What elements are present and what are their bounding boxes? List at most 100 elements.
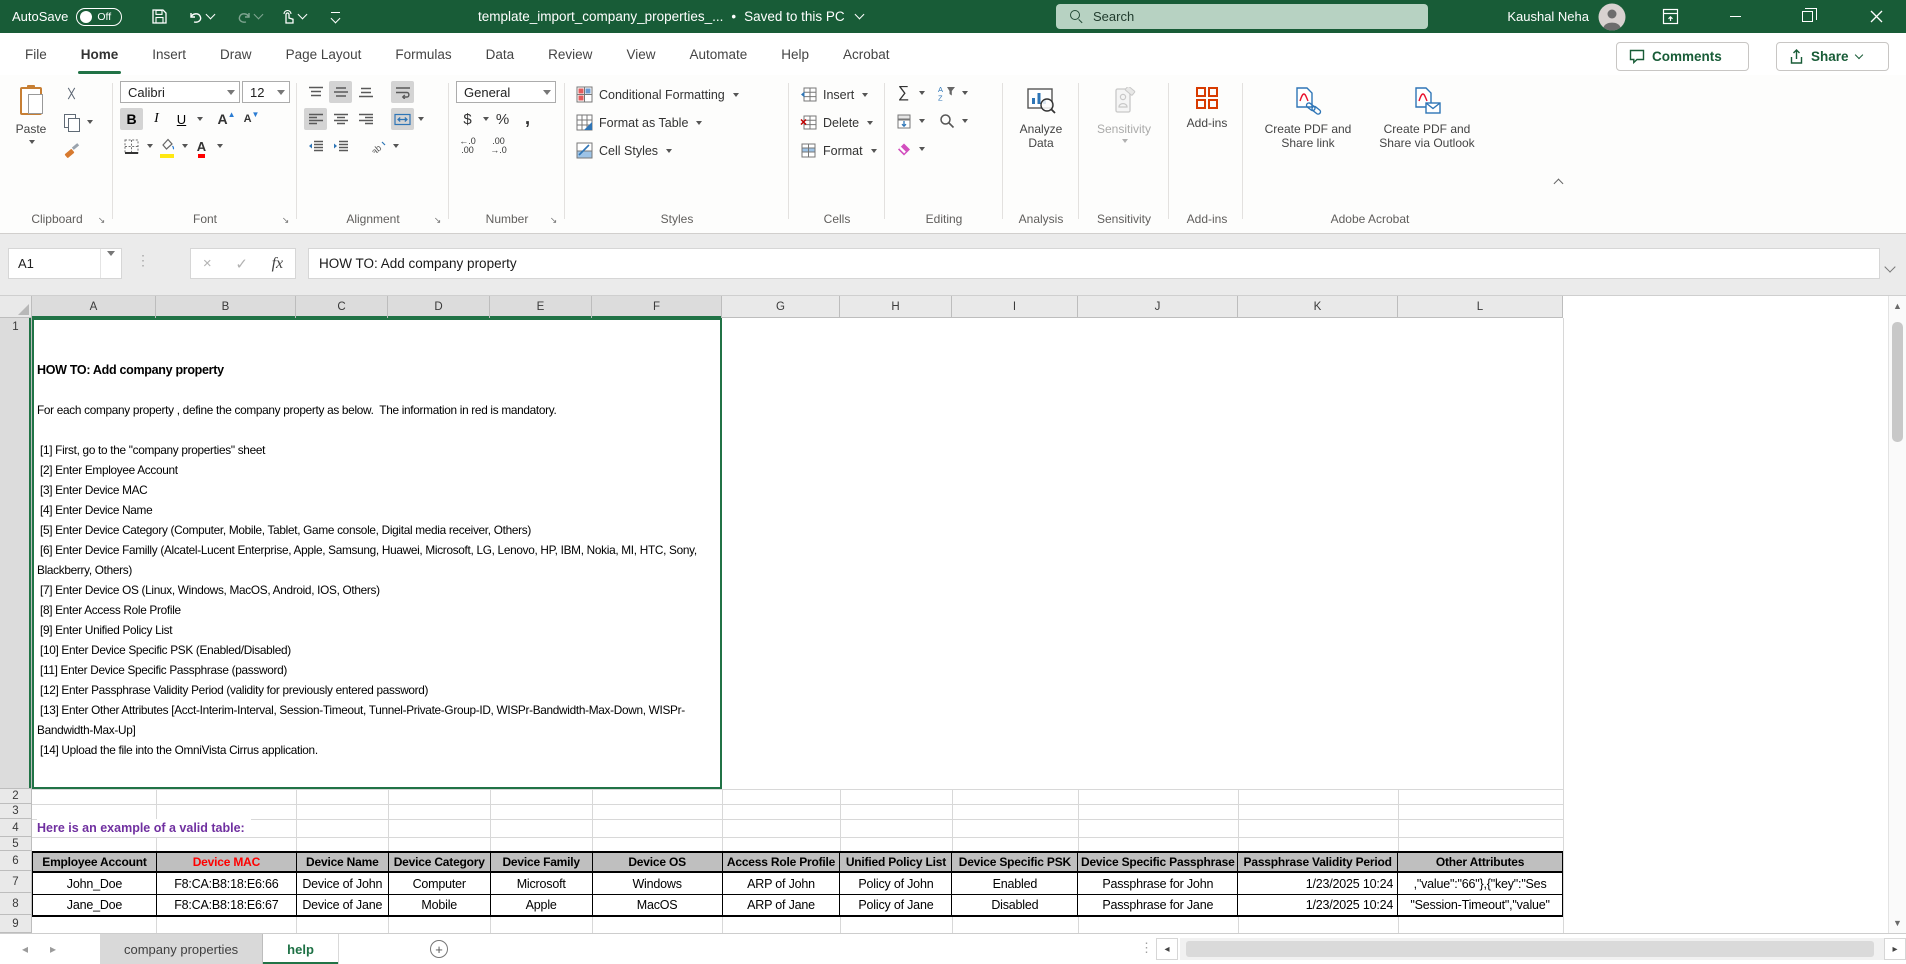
decrease-indent-button[interactable] — [304, 135, 327, 157]
scroll-down-icon[interactable]: ▼ — [1889, 913, 1906, 933]
next-sheet-icon[interactable]: ▸ — [40, 934, 66, 964]
table-header-cell[interactable]: Unified Policy List — [840, 853, 952, 873]
row-header-3[interactable]: 3 — [0, 804, 31, 819]
column-header-B[interactable]: B — [156, 296, 296, 318]
column-header-A[interactable]: A — [32, 296, 156, 318]
formula-input[interactable]: HOW TO: Add company property — [308, 248, 1880, 279]
accounting-format-button[interactable]: $ — [456, 108, 479, 130]
find-select-dropdown-icon[interactable] — [962, 119, 968, 123]
percent-style-button[interactable]: % — [491, 108, 514, 130]
number-format-combo[interactable]: General — [456, 81, 556, 103]
find-select-button[interactable] — [935, 110, 958, 132]
orientation-dropdown-icon[interactable] — [393, 144, 399, 148]
font-name-combo[interactable]: Calibri — [120, 81, 240, 103]
expand-formula-bar-button[interactable] — [1886, 258, 1894, 276]
row-header-2[interactable]: 2 — [0, 789, 31, 804]
table-cell[interactable]: Passphrase for John — [1078, 873, 1238, 895]
accounting-dropdown-icon[interactable] — [483, 117, 489, 121]
underline-button[interactable]: U — [170, 108, 193, 130]
tab-automate[interactable]: Automate — [672, 33, 764, 75]
enter-entry-button[interactable]: ✓ — [235, 255, 248, 273]
share-dropdown-icon[interactable] — [1854, 51, 1862, 59]
minimize-button[interactable] — [1713, 0, 1757, 33]
sensitivity-button[interactable]: Sensitivity — [1092, 79, 1156, 143]
scroll-up-icon[interactable]: ▲ — [1889, 296, 1906, 316]
table-cell[interactable]: Passphrase for Jane — [1078, 895, 1238, 917]
tab-draw[interactable]: Draw — [203, 33, 269, 75]
decrease-font-size-button[interactable]: A▼ — [240, 108, 263, 130]
add-ins-button[interactable]: Add-ins — [1175, 79, 1239, 130]
scroll-left-icon[interactable]: ◂ — [1156, 938, 1178, 960]
column-header-C[interactable]: C — [296, 296, 388, 318]
delete-dropdown-icon[interactable] — [867, 121, 873, 125]
alignment-dialog-launcher[interactable]: ↘ — [431, 214, 444, 227]
table-header-cell[interactable]: Device Name — [297, 853, 389, 873]
create-pdf-outlook-button[interactable]: Create PDF and Share via Outlook — [1370, 79, 1484, 150]
tab-acrobat[interactable]: Acrobat — [826, 33, 907, 75]
font-dialog-launcher[interactable]: ↘ — [279, 214, 292, 227]
table-cell[interactable]: Device of Jane — [297, 895, 389, 917]
undo-dropdown-icon[interactable] — [206, 10, 216, 20]
save-button[interactable] — [142, 0, 176, 33]
select-all-button[interactable] — [0, 296, 32, 318]
autosum-dropdown-icon[interactable] — [919, 91, 925, 95]
font-color-dropdown-icon[interactable] — [217, 144, 223, 148]
name-box-dropdown[interactable] — [101, 256, 121, 271]
table-cell[interactable]: Policy of John — [840, 873, 952, 895]
table-header-cell[interactable]: Device MAC — [157, 853, 297, 873]
table-header-cell[interactable]: Other Attributes — [1398, 853, 1563, 873]
insert-cells-button[interactable]: Insert — [796, 82, 868, 107]
redo-button[interactable] — [228, 0, 270, 33]
row-header-9[interactable]: 9 — [0, 915, 31, 933]
search-box[interactable]: Search — [1056, 4, 1428, 29]
font-size-combo[interactable]: 12 — [242, 81, 290, 103]
conditional-formatting-dropdown-icon[interactable] — [733, 93, 739, 97]
decrease-decimal-button[interactable]: .00 →.0 — [487, 135, 510, 157]
tab-page-layout[interactable]: Page Layout — [269, 33, 379, 75]
autosave-toggle[interactable]: Off — [76, 8, 122, 26]
table-cell[interactable]: ARP of John — [723, 873, 841, 895]
format-painter-button[interactable] — [60, 139, 83, 161]
close-button[interactable] — [1854, 0, 1898, 33]
cell-styles-button[interactable]: Cell Styles — [572, 138, 672, 163]
horizontal-scroll-thumb[interactable] — [1186, 941, 1874, 957]
grid-canvas[interactable]: HOW TO: Add company property For each co… — [32, 318, 1888, 933]
insert-dropdown-icon[interactable] — [862, 93, 868, 97]
column-header-I[interactable]: I — [952, 296, 1078, 318]
column-header-F[interactable]: F — [592, 296, 722, 318]
table-header-cell[interactable]: Access Role Profile — [723, 853, 841, 873]
tab-help[interactable]: Help — [764, 33, 826, 75]
save-status[interactable]: Saved to this PC — [744, 9, 845, 24]
table-cell[interactable]: Policy of Jane — [840, 895, 952, 917]
delete-cells-button[interactable]: Delete — [796, 110, 873, 135]
comments-button[interactable]: Comments — [1616, 42, 1749, 71]
format-dropdown-icon[interactable] — [871, 149, 877, 153]
restore-button[interactable] — [1785, 0, 1829, 33]
analyze-data-button[interactable]: Analyze Data — [1009, 79, 1073, 150]
column-header-H[interactable]: H — [840, 296, 952, 318]
avatar[interactable] — [1598, 3, 1626, 31]
insert-function-button[interactable]: fx — [272, 255, 284, 273]
document-title-area[interactable]: template_import_company_properties_... •… — [478, 0, 863, 33]
increase-decimal-button[interactable]: ←.0 .00 — [456, 135, 479, 157]
table-cell[interactable]: Disabled — [952, 895, 1078, 917]
paste-dropdown-icon[interactable] — [29, 140, 35, 144]
clear-button[interactable] — [892, 138, 915, 160]
formula-bar-drag-handle[interactable]: ⋮ — [136, 252, 149, 269]
table-cell[interactable]: Enabled — [952, 873, 1078, 895]
copy-dropdown-icon[interactable] — [87, 120, 93, 124]
new-sheet-button[interactable]: + — [430, 940, 448, 958]
tab-home[interactable]: Home — [64, 33, 136, 75]
row-header-7[interactable]: 7 — [0, 871, 31, 893]
table-cell[interactable]: F8:CA:B8:18:E6:66 — [157, 873, 297, 895]
column-header-L[interactable]: L — [1398, 296, 1563, 318]
table-header-cell[interactable]: Employee Account — [33, 853, 157, 873]
vertical-scrollbar[interactable]: ▲ ▼ — [1888, 296, 1906, 933]
autosave-control[interactable]: AutoSave Off — [12, 0, 122, 33]
table-cell[interactable]: Jane_Doe — [33, 895, 157, 917]
number-dialog-launcher[interactable]: ↘ — [547, 214, 560, 227]
row-header-4[interactable]: 4 — [0, 819, 31, 837]
sort-filter-dropdown-icon[interactable] — [962, 91, 968, 95]
fill-button[interactable] — [892, 110, 915, 132]
table-cell[interactable]: John_Doe — [33, 873, 157, 895]
